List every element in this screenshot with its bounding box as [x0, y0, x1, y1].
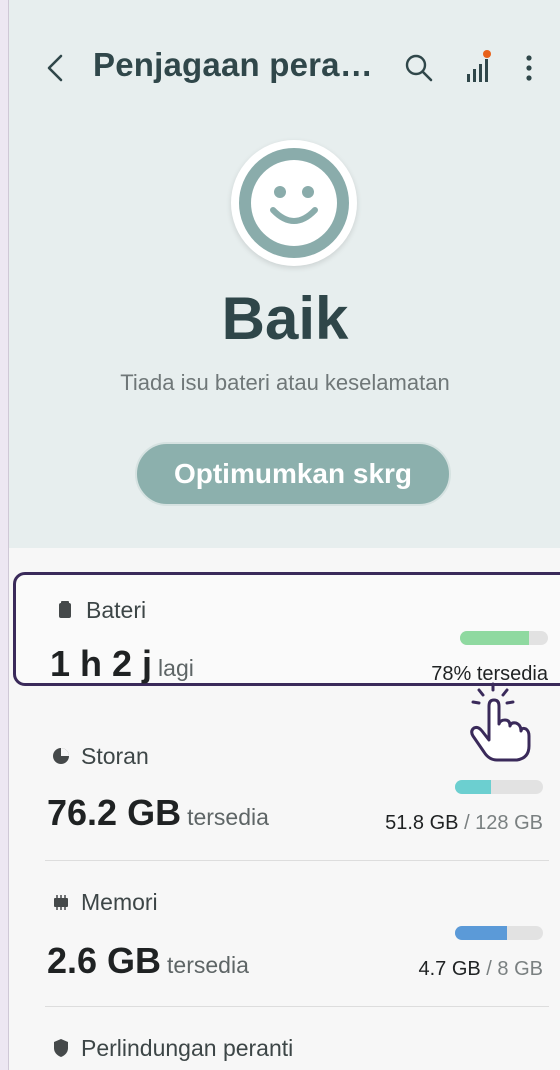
device-protection-label: Perlindungan peranti — [81, 1035, 294, 1061]
storage-usage: 51.8 GB / 128 GB — [385, 812, 543, 835]
storage-level-fill — [455, 780, 491, 794]
back-arrow-icon[interactable] — [39, 50, 75, 86]
memory-unit: tersedia — [167, 952, 249, 978]
memory-available: 2.6 GB tersedia — [47, 940, 249, 982]
status-label: Baik — [221, 285, 349, 352]
storage-unit: tersedia — [187, 804, 269, 830]
storage-row[interactable]: Storan 76.2 GB tersedia 51.8 GB / 128 GB — [9, 712, 560, 844]
battery-row[interactable]: Bateri 1 h 2 j lagi 78% tersedia — [13, 572, 560, 686]
battery-level-bar — [460, 631, 548, 645]
battery-level-fill — [460, 631, 529, 645]
notification-dot — [483, 50, 491, 58]
memory-usage: 4.7 GB / 8 GB — [418, 958, 543, 981]
device-care-screen: Penjagaan pera… Baik Tiada isu bateri at… — [8, 0, 560, 1070]
optimize-now-button[interactable]: Optimumkan skrg — [135, 442, 451, 506]
device-protection-row[interactable]: Perlindungan peranti — [9, 1006, 560, 1070]
battery-label: Bateri — [86, 597, 147, 623]
memory-value: 2.6 GB — [47, 940, 162, 981]
signal-bars-icon[interactable] — [461, 50, 497, 86]
storage-level-bar — [455, 780, 543, 794]
more-vertical-icon[interactable] — [511, 50, 547, 86]
status-subtitle: Tiada isu bateri atau keselamatan — [120, 370, 450, 395]
storage-used: 51.8 GB — [385, 812, 459, 834]
memory-total: / 8 GB — [486, 958, 543, 980]
battery-value: 1 h 2 j — [50, 643, 153, 684]
storage-total: / 128 GB — [464, 812, 543, 834]
battery-unit: lagi — [158, 655, 194, 681]
storage-available: 76.2 GB tersedia — [47, 792, 269, 834]
storage-pie-icon — [53, 748, 69, 764]
app-bar: Penjagaan pera… — [9, 30, 560, 106]
page-title: Penjagaan pera… — [93, 46, 373, 83]
shield-icon — [54, 1039, 68, 1057]
memory-level-bar — [455, 926, 543, 940]
memory-chip-icon — [54, 895, 68, 910]
storage-value: 76.2 GB — [47, 792, 182, 833]
battery-icon — [59, 601, 71, 618]
status-header-area: Penjagaan pera… Baik Tiada isu bateri at… — [9, 0, 560, 548]
memory-level-fill — [455, 926, 507, 940]
memory-label: Memori — [81, 889, 158, 915]
battery-time-remaining: 1 h 2 j lagi — [50, 643, 194, 685]
search-icon[interactable] — [401, 50, 437, 86]
storage-label: Storan — [81, 743, 149, 769]
memory-row[interactable]: Memori 2.6 GB tersedia 4.7 GB / 8 GB — [9, 860, 560, 1000]
smiley-face-icon — [231, 140, 357, 266]
memory-used: 4.7 GB — [418, 958, 481, 980]
